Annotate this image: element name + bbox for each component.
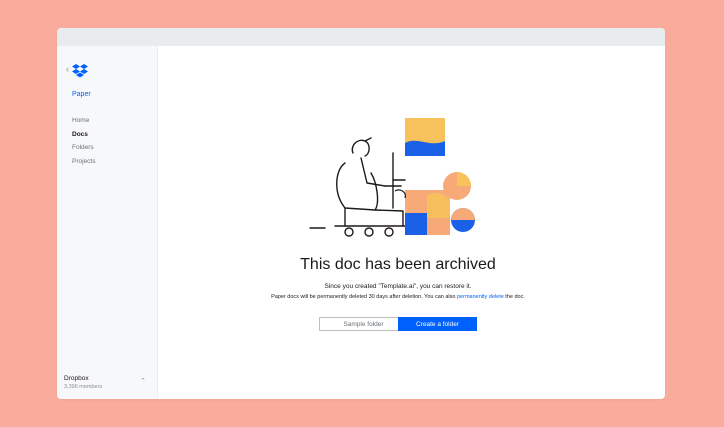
app-window: ‹ Paper Home Docs Folders Projects Dropb…	[57, 28, 665, 399]
chevron-up-icon[interactable]: ⌃	[140, 377, 146, 385]
back-icon[interactable]: ‹	[66, 64, 69, 74]
deletion-notice: Paper docs will be permanently deleted 3…	[158, 294, 638, 300]
sidebar-item-home[interactable]: Home	[72, 114, 95, 128]
create-folder-button[interactable]: Create a folder	[398, 317, 477, 331]
main-content: This doc has been archived Since you cre…	[158, 46, 665, 399]
sidebar: ‹ Paper Home Docs Folders Projects Dropb…	[57, 46, 158, 399]
page-title: This doc has been archived	[300, 256, 496, 273]
team-name: Dropbox	[64, 375, 89, 382]
window-topbar	[57, 28, 665, 46]
team-switcher[interactable]: Dropbox 3,396 members ⌃	[64, 375, 150, 390]
dropbox-logo-icon[interactable]	[72, 64, 88, 78]
sidebar-item-folders[interactable]: Folders	[72, 141, 95, 155]
sidebar-item-projects[interactable]: Projects	[72, 155, 95, 169]
sidebar-nav: Home Docs Folders Projects	[72, 114, 95, 168]
sample-folder-button[interactable]: Sample folder	[319, 317, 408, 331]
team-member-count: 3,396 members	[64, 384, 103, 390]
app-name[interactable]: Paper	[72, 91, 91, 98]
permanently-delete-link[interactable]: permanently delete	[457, 294, 504, 300]
deletion-notice-suffix: the doc.	[503, 294, 525, 300]
archived-doc-illustration	[309, 118, 475, 237]
deletion-notice-prefix: Paper docs will be permanently deleted 3…	[271, 294, 457, 300]
sidebar-item-docs[interactable]: Docs	[72, 128, 95, 142]
restore-description: Since you created "Template.ai", you can…	[324, 283, 472, 290]
